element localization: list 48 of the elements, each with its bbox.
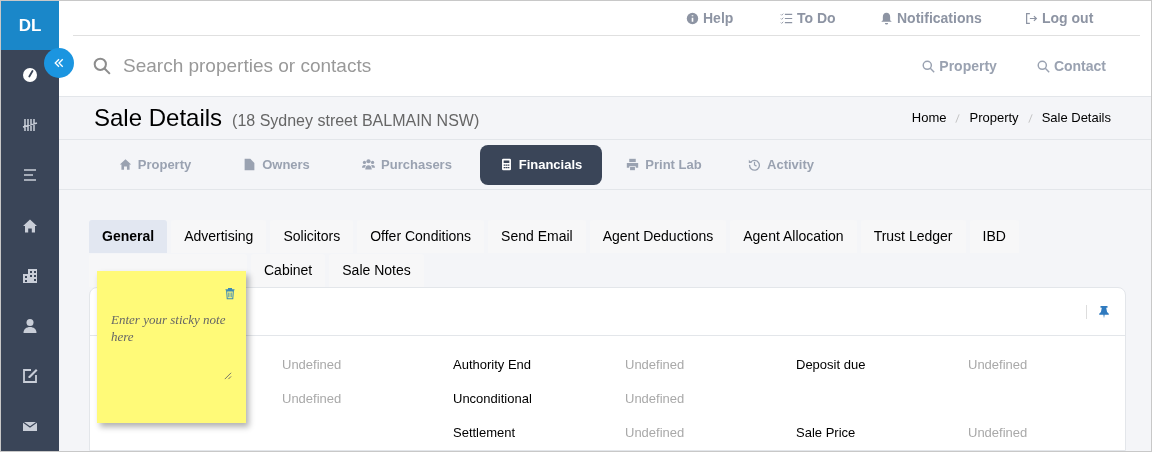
field-value: Undefined	[625, 357, 685, 373]
search-icon	[1036, 59, 1050, 73]
breadcrumb-link[interactable]: Property	[969, 108, 1019, 128]
sticky-note[interactable]: Enter your sticky note here	[97, 271, 246, 423]
trash-icon[interactable]	[224, 287, 236, 300]
double-chevron-icon	[53, 57, 65, 69]
main-tab[interactable]: Financials	[480, 144, 602, 185]
search-icon	[93, 57, 111, 75]
building-icon[interactable]	[22, 267, 38, 284]
person-icon[interactable]	[22, 317, 38, 334]
breadcrumb-separator	[1027, 112, 1033, 124]
gauge-icon[interactable]	[22, 67, 38, 84]
info-icon	[686, 11, 699, 25]
file-icon	[243, 158, 257, 172]
search-field[interactable]: Search properties or contacts	[123, 51, 923, 81]
field-label: Deposit due	[796, 357, 866, 373]
field-value: Undefined	[282, 391, 342, 407]
home-icon[interactable]	[22, 217, 38, 234]
field-value: Undefined	[625, 425, 685, 441]
search-icon	[922, 59, 936, 73]
page-title: Sale Details	[94, 103, 223, 134]
page-subtitle: (18 Sydney street BALMAIN NSW)	[232, 110, 480, 131]
field-label: Authority End	[453, 357, 532, 373]
sub-tab[interactable]: General	[89, 220, 168, 253]
note-field[interactable]: Enter your sticky note here	[111, 311, 237, 383]
tally-icon[interactable]	[22, 117, 38, 134]
field-value: Undefined	[282, 357, 342, 373]
logout-icon	[1025, 11, 1038, 25]
bell-icon	[880, 11, 893, 25]
users-icon	[362, 158, 376, 172]
calculator-icon	[499, 158, 513, 172]
history-icon	[748, 158, 761, 172]
checklist-icon	[780, 11, 793, 25]
edit-icon[interactable]	[22, 367, 38, 384]
field-value: Undefined	[968, 357, 1028, 373]
breadcrumb-link[interactable]: Sale Details	[1041, 108, 1111, 128]
field-label: Unconditional	[453, 391, 532, 407]
menu-icon[interactable]	[22, 167, 38, 184]
app-logo[interactable]: DL	[1, 1, 59, 51]
printer-icon	[626, 158, 640, 172]
home-icon	[118, 158, 132, 172]
field-label: Sale Price	[796, 425, 856, 441]
field-value: Undefined	[968, 425, 1028, 441]
resize-grip-icon[interactable]	[223, 371, 232, 380]
field-label: Settlement	[453, 425, 516, 441]
breadcrumb-separator	[955, 112, 961, 124]
field-value: Undefined	[625, 391, 685, 407]
breadcrumb-link[interactable]: Home	[911, 108, 947, 128]
